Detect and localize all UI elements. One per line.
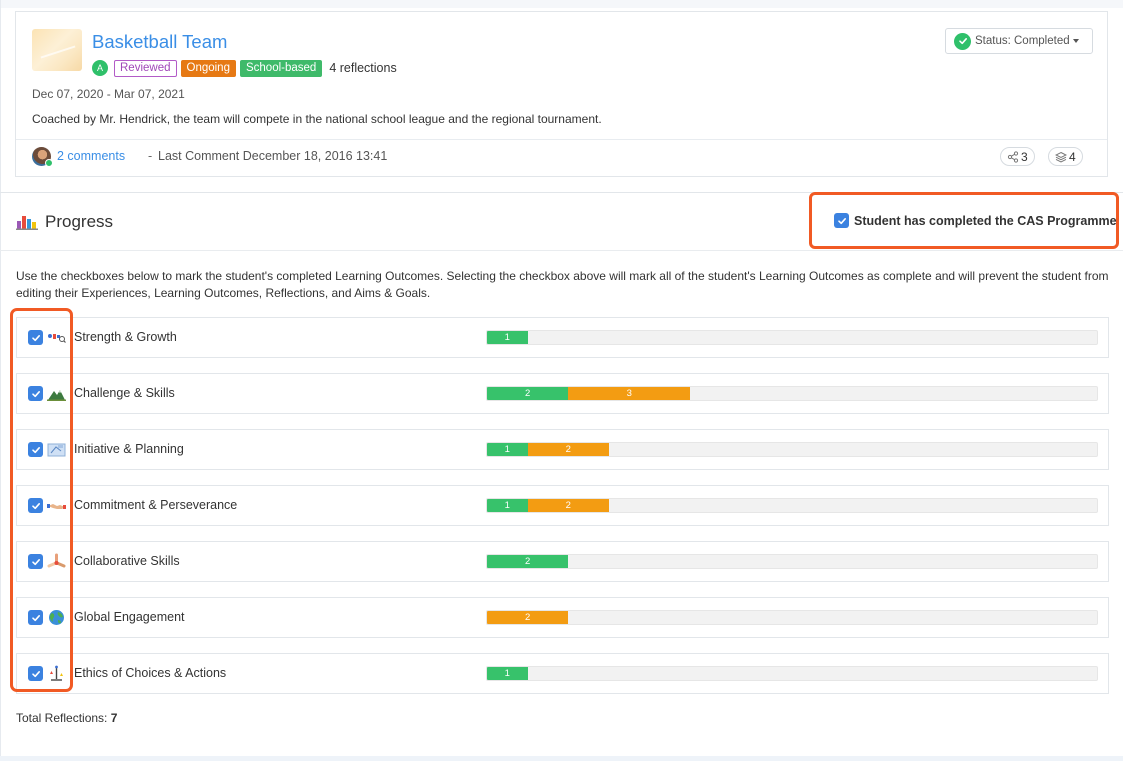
learning-outcome-checkbox[interactable] [28,330,43,345]
check-icon [31,502,40,509]
layers-count: 4 [1069,149,1076,164]
check-icon [31,390,40,397]
learning-outcome-label: Global Engagement [74,610,185,624]
share-count-button[interactable]: 3 [1000,147,1035,166]
reflection-progress-bar: 12 [486,498,1098,513]
green-segment: 1 [487,331,528,344]
reflection-progress-bar: 1 [486,330,1098,345]
globe-icon [47,609,66,626]
school-based-badge: School-based [239,59,323,77]
green-segment: 2 [487,387,569,400]
learning-outcome-label: Challenge & Skills [74,386,175,400]
online-status-dot [45,159,53,167]
ongoing-badge: Ongoing [180,59,236,77]
status-label: Status: Completed [975,35,1070,47]
learning-outcome-row: Global Engagement 2 [16,597,1109,638]
experience-card: Basketball Team A Reviewed Ongoing Schoo… [15,11,1108,177]
green-segment: 1 [487,443,528,456]
learning-outcome-checkbox[interactable] [28,554,43,569]
layers-icon [1055,151,1067,162]
experience-tags: A Reviewed Ongoing School-based 4 reflec… [92,59,397,77]
progress-title: Progress [45,212,114,231]
scales-icon [47,665,66,682]
reflections-count: 4 reflections [329,61,397,75]
experience-dates: Dec 07, 2020 - Mar 07, 2021 [32,87,185,101]
layers-count-button[interactable]: 4 [1048,147,1083,166]
total-reflections-label: Total Reflections: [16,711,108,725]
reflection-progress-bar: 1 [486,666,1098,681]
orange-segment: 2 [527,499,609,512]
orange-segment: 2 [527,443,609,456]
learning-outcome-label: Ethics of Choices & Actions [74,666,227,680]
check-icon [31,670,40,677]
progress-chart-icon [16,216,38,230]
check-circle-icon [954,32,971,50]
learning-outcome-label: Strength & Growth [74,330,177,344]
check-icon [31,446,40,453]
reflection-progress-bar: 2 [486,554,1098,569]
caret-down-icon [1072,39,1079,43]
share-icon [1007,150,1019,163]
cas-complete-checkbox[interactable] [834,213,849,228]
experience-description: Coached by Mr. Hendrick, the team will c… [32,112,602,126]
reflection-progress-bar: 2 [486,610,1098,625]
total-reflections-value: 7 [110,711,118,725]
total-reflections: Total Reflections: 7 [16,711,117,725]
check-icon [837,217,846,224]
status-dropdown[interactable]: Status: Completed [945,28,1093,54]
green-segment: 1 [487,499,528,512]
progress-header-divider [0,250,1123,251]
green-segment: 1 [487,667,528,680]
progress-instructions: Use the checkboxes below to mark the stu… [16,269,1109,300]
experience-title[interactable]: Basketball Team [92,31,227,53]
mountain-icon [47,385,66,402]
blueprint-icon [47,441,66,458]
orange-segment: 3 [568,387,691,400]
page-top-strip [0,0,1123,8]
learning-outcome-checkbox[interactable] [28,442,43,457]
check-icon [31,334,40,341]
collaboration-icon [47,553,66,570]
comments-link[interactable]: 2 comments [57,149,125,163]
bottom-strip [0,756,1123,761]
comments-separator: - [148,149,153,163]
page-left-rule [0,0,1,761]
learning-outcome-row: Collaborative Skills 2 [16,541,1109,582]
learning-outcome-checkbox[interactable] [28,666,43,681]
reviewed-badge: Reviewed [114,59,177,77]
reflection-progress-bar: 23 [486,386,1098,401]
learning-outcome-label: Commitment & Perseverance [74,498,238,512]
supervisor-avatar[interactable]: A [92,60,108,76]
learning-outcome-row: Commitment & Perseverance 1 2 [16,485,1109,526]
check-icon [31,614,40,621]
share-count: 3 [1021,149,1028,164]
learning-outcome-row: Initiative & Planning 1 2 [16,429,1109,470]
experience-thumbnail[interactable] [32,29,82,71]
strength-growth-icon [47,329,66,346]
learning-outcome-row: Strength & Growth 1 [16,317,1109,358]
learning-outcome-label: Collaborative Skills [74,554,180,568]
learning-outcome-row: Ethics of Choices & Actions 1 [16,653,1109,694]
reflection-progress-bar: 12 [486,442,1098,457]
cas-complete-label[interactable]: Student has completed the CAS Programme [854,214,1117,228]
learning-outcome-label: Initiative & Planning [74,442,184,456]
learning-outcome-checkbox[interactable] [28,610,43,625]
learning-outcome-row: Challenge & Skills 2 3 [16,373,1109,414]
handshake-icon [47,497,66,514]
learning-outcome-checkbox[interactable] [28,498,43,513]
green-segment: 2 [487,555,569,568]
card-footer-divider [16,139,1107,140]
learning-outcome-checkbox[interactable] [28,386,43,401]
check-icon [31,558,40,565]
orange-segment: 2 [487,611,569,624]
last-comment-text: Last Comment December 18, 2016 13:41 [158,149,388,163]
